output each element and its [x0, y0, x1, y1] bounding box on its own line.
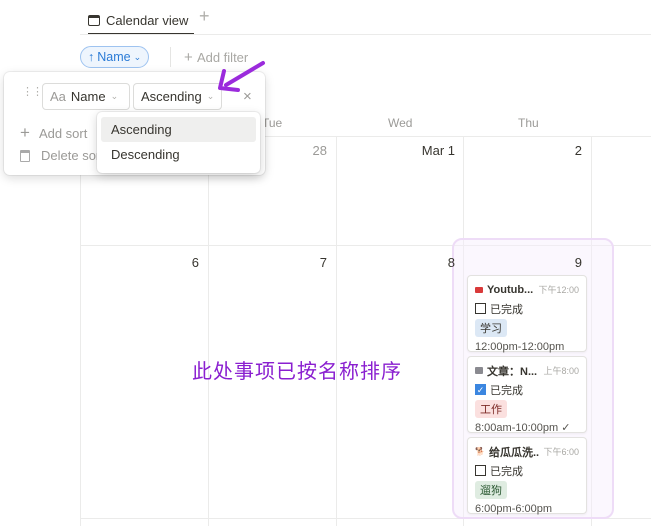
direction-dropdown: Ascending Descending: [97, 112, 260, 173]
event-title: Youtub...: [487, 283, 534, 296]
delete-sort-label: Delete sort: [41, 148, 104, 163]
sort-chip-label: Name: [97, 50, 131, 64]
event-card[interactable]: 🐕 给瓜瓜洗... 下午6:00 已完成 遛狗 6:00pm-6:00pm: [467, 437, 587, 515]
done-checkbox[interactable]: [475, 303, 486, 314]
grid-line: [80, 136, 81, 526]
event-card[interactable]: 文章：N... 上午8:00 ✓ 已完成 工作 8:00am-10:00pm ✓: [467, 356, 587, 434]
chevron-down-icon: ⌄: [133, 51, 142, 62]
annotation-text: 此处事项已按名称排序: [192, 359, 402, 383]
dog-icon: 🐕: [475, 447, 485, 456]
day-number[interactable]: 8: [335, 255, 455, 270]
event-tag: 学习: [475, 318, 507, 337]
add-view-button[interactable]: +: [199, 6, 210, 27]
tab-label: Calendar view: [106, 13, 189, 28]
weekday-wed: Wed: [388, 116, 413, 130]
event-time: 下午12:00: [538, 285, 579, 295]
calendar-icon: [475, 367, 483, 374]
grid-line: [208, 136, 209, 526]
chevron-down-icon: ⌄: [110, 91, 119, 101]
weekday-tue: Tue: [262, 116, 283, 130]
sort-property-label: Name: [70, 89, 106, 104]
day-number[interactable]: 9: [462, 255, 582, 270]
done-label: 已完成: [490, 384, 523, 397]
tab-calendar-view[interactable]: Calendar view: [88, 8, 195, 35]
done-label: 已完成: [490, 465, 523, 478]
event-range: 8:00am-10:00pm ✓: [475, 422, 571, 434]
add-sort-button[interactable]: + Add sort: [20, 123, 87, 143]
plus-icon: +: [20, 123, 30, 142]
day-number[interactable]: 6: [79, 255, 199, 270]
option-ascending[interactable]: Ascending: [101, 117, 256, 142]
drag-handle-icon[interactable]: ⋮⋮: [22, 87, 43, 98]
sort-direction-label: Ascending: [141, 89, 202, 104]
event-time: 下午6:00: [543, 447, 579, 457]
text-type-icon: Aa: [50, 89, 66, 104]
arrow-up-icon: ↑: [88, 50, 95, 64]
event-title: 文章：N...: [487, 365, 538, 378]
divider: [170, 47, 171, 67]
event-tag: 工作: [475, 399, 507, 418]
done-checkbox[interactable]: [475, 465, 486, 476]
annotation-arrow: [218, 61, 265, 92]
event-tag: 遛狗: [475, 480, 507, 499]
grid-line: [336, 136, 337, 526]
trash-icon: [20, 149, 30, 162]
event-time: 上午8:00: [543, 366, 579, 376]
event-card[interactable]: Youtub... 下午12:00 已完成 学习 12:00pm-12:00pm: [467, 275, 587, 353]
event-range: 12:00pm-12:00pm: [475, 340, 565, 353]
day-number[interactable]: Mar 1: [335, 143, 455, 158]
option-descending[interactable]: Descending: [101, 142, 256, 167]
event-range: 6:00pm-6:00pm: [475, 502, 553, 515]
done-label: 已完成: [490, 303, 523, 316]
sort-chip[interactable]: ↑ Name ⌄: [80, 46, 150, 68]
day-number[interactable]: 7: [207, 255, 327, 270]
plus-icon: +: [184, 49, 197, 66]
weekday-thu: Thu: [518, 116, 539, 130]
sort-direction-select[interactable]: Ascending ⌄: [133, 83, 222, 110]
divider: [80, 34, 651, 35]
day-number[interactable]: 2: [462, 143, 582, 158]
add-sort-label: Add sort: [38, 125, 88, 141]
done-checkbox[interactable]: ✓: [475, 384, 486, 395]
youtube-icon: [475, 286, 483, 293]
calendar-icon: [88, 15, 100, 26]
event-title: 给瓜瓜洗...: [488, 446, 540, 459]
sort-property-select[interactable]: Aa Name ⌄: [42, 83, 130, 110]
